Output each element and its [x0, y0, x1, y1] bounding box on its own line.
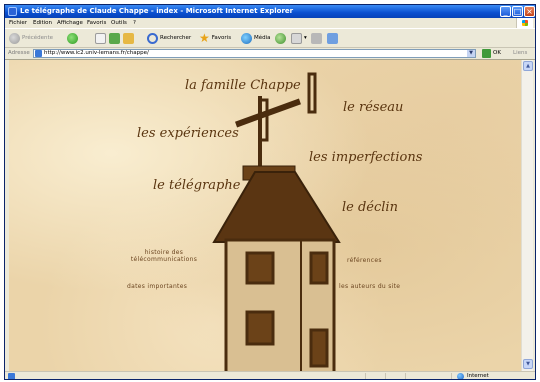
- menu-outils[interactable]: Outils: [111, 18, 127, 28]
- status-bar: Internet: [5, 371, 535, 379]
- link-histoire-telecommunications[interactable]: histoire des télécommunications: [119, 249, 209, 263]
- link-references[interactable]: références: [347, 257, 382, 264]
- forward-arrow-icon: [67, 32, 78, 44]
- refresh-icon: [109, 32, 120, 44]
- minimize-button[interactable]: _: [500, 6, 511, 17]
- media-icon: [241, 32, 252, 44]
- mail-dropdown-icon[interactable]: ▾: [304, 35, 307, 41]
- mail-icon: [291, 32, 302, 44]
- printer-icon: [311, 32, 322, 44]
- address-bar: Adresse http://www.ic2.univ-lemans.fr/ch…: [5, 48, 535, 60]
- forward-button[interactable]: [67, 32, 78, 44]
- go-button[interactable]: OK: [493, 48, 501, 59]
- scroll-down-icon[interactable]: ▼: [523, 359, 533, 369]
- media-button[interactable]: Média: [241, 32, 271, 44]
- go-arrow-icon[interactable]: [482, 49, 491, 58]
- home-icon: [123, 32, 134, 44]
- link-la-famille-chappe[interactable]: la famille Chappe: [185, 78, 301, 93]
- address-input[interactable]: http://www.ic2.univ-lemans.fr/chappe/ ▼: [33, 49, 476, 58]
- menu-edition[interactable]: Edition: [33, 18, 52, 28]
- title-bar[interactable]: Le télégraphe de Claude Chappe - index -…: [5, 5, 535, 18]
- link-les-experiences[interactable]: les expériences: [137, 126, 239, 141]
- tower-window-lower-left: [245, 310, 275, 346]
- link-les-auteurs-du-site[interactable]: les auteurs du site: [339, 283, 400, 290]
- tower-window-upper-left: [245, 251, 275, 285]
- links-button[interactable]: Liens: [513, 48, 527, 59]
- scroll-up-icon[interactable]: ▲: [523, 61, 533, 71]
- history-icon: [275, 32, 286, 44]
- ie-icon: [8, 7, 17, 16]
- favorites-button[interactable]: ★ Favoris: [199, 32, 231, 44]
- stop-icon: [95, 32, 106, 44]
- print-button[interactable]: [311, 32, 322, 44]
- home-button[interactable]: [123, 32, 134, 44]
- status-divider: [385, 373, 386, 379]
- star-icon: ★: [199, 31, 210, 45]
- address-label: Adresse: [8, 50, 30, 56]
- status-divider: [365, 373, 366, 379]
- telegraph-indicator-right: [307, 72, 317, 114]
- toolbar: Précédente Rechercher ★ Favoris Média ▾: [5, 28, 535, 48]
- menu-help[interactable]: ?: [133, 18, 136, 28]
- tower-door: [309, 328, 329, 368]
- security-zone-label: Internet: [467, 373, 489, 379]
- histoire-line-2: télécommunications: [130, 256, 198, 263]
- back-button[interactable]: Précédente: [9, 32, 53, 44]
- chappe-telegraph-illustration: [212, 72, 341, 371]
- page-content: la famille Chappe le réseau les expérien…: [9, 60, 521, 371]
- maximize-button[interactable]: □: [512, 6, 523, 17]
- search-icon: [147, 32, 158, 44]
- link-dates-importantes[interactable]: dates importantes: [127, 283, 187, 290]
- internet-zone-icon: [457, 373, 464, 379]
- menu-bar: Fichier Edition Affichage Favoris Outils…: [5, 18, 535, 28]
- browser-window: Le télégraphe de Claude Chappe - index -…: [4, 4, 536, 380]
- link-le-declin[interactable]: le déclin: [342, 200, 398, 215]
- history-button[interactable]: [275, 32, 286, 44]
- page-icon: [35, 50, 42, 57]
- stop-button[interactable]: [95, 32, 106, 44]
- back-arrow-icon: [9, 32, 20, 44]
- tower-window-upper-right: [309, 251, 329, 285]
- edit-button[interactable]: [327, 32, 338, 44]
- vertical-scrollbar[interactable]: ▲ ▼: [521, 60, 533, 371]
- menu-fichier[interactable]: Fichier: [9, 18, 27, 28]
- windows-logo-icon: [516, 18, 533, 28]
- link-le-reseau[interactable]: le réseau: [343, 100, 403, 115]
- favorites-label: Favoris: [211, 35, 232, 41]
- menu-favoris[interactable]: Favoris: [87, 18, 106, 28]
- search-label: Rechercher: [160, 35, 192, 41]
- address-url: http://www.ic2.univ-lemans.fr/chappe/: [44, 50, 149, 56]
- address-dropdown-icon[interactable]: ▼: [467, 50, 475, 57]
- mail-button[interactable]: ▾: [291, 32, 307, 44]
- link-le-telegraphe[interactable]: le télégraphe: [153, 178, 240, 193]
- status-divider: [451, 373, 452, 379]
- back-label: Précédente: [22, 35, 54, 41]
- refresh-button[interactable]: [109, 32, 120, 44]
- histoire-line-1: histoire des: [144, 249, 184, 256]
- window-title: Le télégraphe de Claude Chappe - index -…: [20, 7, 294, 15]
- telegraph-indicator-left: [258, 98, 269, 142]
- page-done-icon: [8, 373, 15, 379]
- search-button[interactable]: Rechercher: [147, 32, 191, 44]
- edit-icon: [327, 32, 338, 44]
- close-button[interactable]: ×: [524, 6, 535, 17]
- status-divider: [405, 373, 406, 379]
- menu-affichage[interactable]: Affichage: [57, 18, 83, 28]
- link-les-imperfections[interactable]: les imperfections: [309, 150, 422, 165]
- media-label: Média: [254, 35, 271, 41]
